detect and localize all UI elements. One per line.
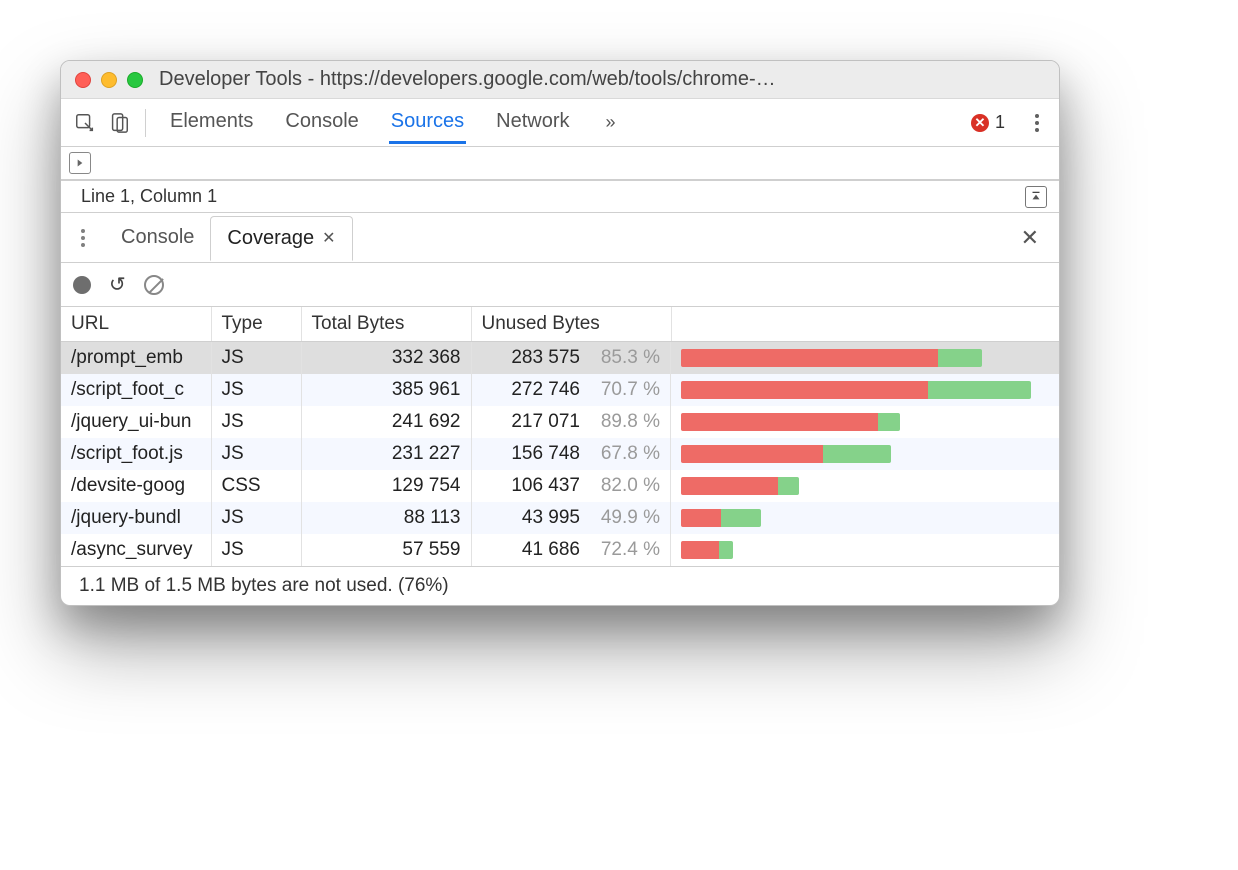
cell-url: /devsite-goog [61, 470, 211, 502]
coverage-footer: 1.1 MB of 1.5 MB bytes are not used. (76… [61, 566, 1059, 605]
cell-unused-bytes: 156 74867.8 % [472, 438, 672, 470]
cell-type: JS [211, 374, 301, 406]
cell-type: JS [211, 406, 301, 438]
cell-total-bytes: 88 113 [301, 502, 471, 534]
cell-url: /jquery_ui-bun [61, 406, 211, 438]
cell-unused-bytes: 217 07189.8 % [472, 406, 672, 438]
table-row[interactable]: /devsite-googCSS129 754106 43782.0 % [61, 470, 1059, 502]
coverage-actions: ↻ [61, 263, 1059, 307]
titlebar: Developer Tools - https://developers.goo… [61, 61, 1059, 99]
main-toolbar: Elements Console Sources Network » ✕ 1 [61, 99, 1059, 147]
minimize-window-button[interactable] [101, 72, 117, 88]
cell-usage-bar [671, 534, 1059, 566]
cell-unused-bytes: 106 43782.0 % [472, 470, 672, 502]
coverage-table: URL Type Total Bytes Unused Bytes /promp… [61, 307, 1059, 566]
tab-elements[interactable]: Elements [168, 102, 255, 144]
table-row[interactable]: /prompt_embJS332 368283 57585.3 % [61, 342, 1059, 375]
collapse-pane-icon[interactable] [1025, 186, 1047, 208]
col-header-unused[interactable]: Unused Bytes [471, 307, 671, 342]
cell-unused-bytes: 41 68672.4 % [472, 534, 672, 566]
devtools-window: Developer Tools - https://developers.goo… [60, 60, 1060, 606]
more-tabs-icon[interactable]: » [606, 112, 616, 133]
cell-url: /script_foot_c [61, 374, 211, 406]
drawer-tab-coverage[interactable]: Coverage ✕ [210, 216, 352, 261]
table-row[interactable]: /script_foot.jsJS231 227156 74867.8 % [61, 438, 1059, 470]
drawer-menu-icon[interactable] [71, 229, 95, 247]
col-header-type[interactable]: Type [211, 307, 301, 342]
cell-total-bytes: 385 961 [301, 374, 471, 406]
cell-type: JS [211, 502, 301, 534]
cell-url: /script_foot.js [61, 438, 211, 470]
table-row[interactable]: /jquery_ui-bunJS241 692217 07189.8 % [61, 406, 1059, 438]
cell-url: /prompt_emb [61, 342, 211, 375]
cell-usage-bar [671, 438, 1059, 470]
table-row[interactable]: /async_surveyJS57 55941 68672.4 % [61, 534, 1059, 566]
cell-usage-bar [671, 406, 1059, 438]
cell-usage-bar [671, 342, 1059, 375]
error-count: 1 [995, 112, 1005, 133]
cell-total-bytes: 231 227 [301, 438, 471, 470]
error-icon: ✕ [971, 114, 989, 132]
window-title: Developer Tools - https://developers.goo… [159, 68, 1045, 91]
cell-usage-bar [671, 470, 1059, 502]
separator [145, 109, 146, 137]
navigator-toggle-icon[interactable] [69, 152, 91, 174]
tab-network[interactable]: Network [494, 102, 571, 144]
col-header-visualization[interactable] [671, 307, 1059, 342]
close-icon[interactable]: ✕ [322, 228, 335, 248]
reload-icon[interactable]: ↻ [109, 272, 126, 297]
record-button-icon[interactable] [73, 276, 91, 294]
cell-total-bytes: 129 754 [301, 470, 471, 502]
clear-icon[interactable] [144, 275, 164, 295]
cell-url: /async_survey [61, 534, 211, 566]
cell-usage-bar [671, 502, 1059, 534]
close-drawer-icon[interactable]: ✕ [1011, 221, 1049, 255]
window-controls [75, 72, 143, 88]
device-toolbar-icon[interactable] [105, 109, 133, 137]
cell-unused-bytes: 283 57585.3 % [472, 342, 672, 374]
col-header-total[interactable]: Total Bytes [301, 307, 471, 342]
cell-url: /jquery-bundl [61, 502, 211, 534]
drawer-tab-console[interactable]: Console [105, 216, 210, 259]
drawer-tabs: Console Coverage ✕ ✕ [61, 213, 1059, 263]
panel-tabs: Elements Console Sources Network [168, 102, 572, 144]
cell-usage-bar [671, 374, 1059, 406]
cell-total-bytes: 332 368 [301, 342, 471, 375]
cell-total-bytes: 57 559 [301, 534, 471, 566]
cell-unused-bytes: 272 74670.7 % [472, 374, 672, 406]
cell-unused-bytes: 43 99549.9 % [472, 502, 672, 534]
table-row[interactable]: /script_foot_cJS385 961272 74670.7 % [61, 374, 1059, 406]
table-row[interactable]: /jquery-bundlJS88 11343 99549.9 % [61, 502, 1059, 534]
cell-type: CSS [211, 470, 301, 502]
editor-status-row: Line 1, Column 1 [61, 181, 1059, 213]
cursor-position: Line 1, Column 1 [81, 186, 217, 207]
source-file-strip [61, 147, 1059, 181]
tab-console[interactable]: Console [283, 102, 360, 144]
col-header-url[interactable]: URL [61, 307, 211, 342]
tab-sources[interactable]: Sources [389, 102, 466, 144]
drawer-tab-label: Coverage [227, 227, 314, 250]
inspect-element-icon[interactable] [71, 109, 99, 137]
maximize-window-button[interactable] [127, 72, 143, 88]
cell-total-bytes: 241 692 [301, 406, 471, 438]
settings-menu-icon[interactable] [1025, 111, 1049, 135]
close-window-button[interactable] [75, 72, 91, 88]
cell-type: JS [211, 342, 301, 375]
cell-type: JS [211, 438, 301, 470]
error-count-badge[interactable]: ✕ 1 [971, 112, 1005, 133]
cell-type: JS [211, 534, 301, 566]
